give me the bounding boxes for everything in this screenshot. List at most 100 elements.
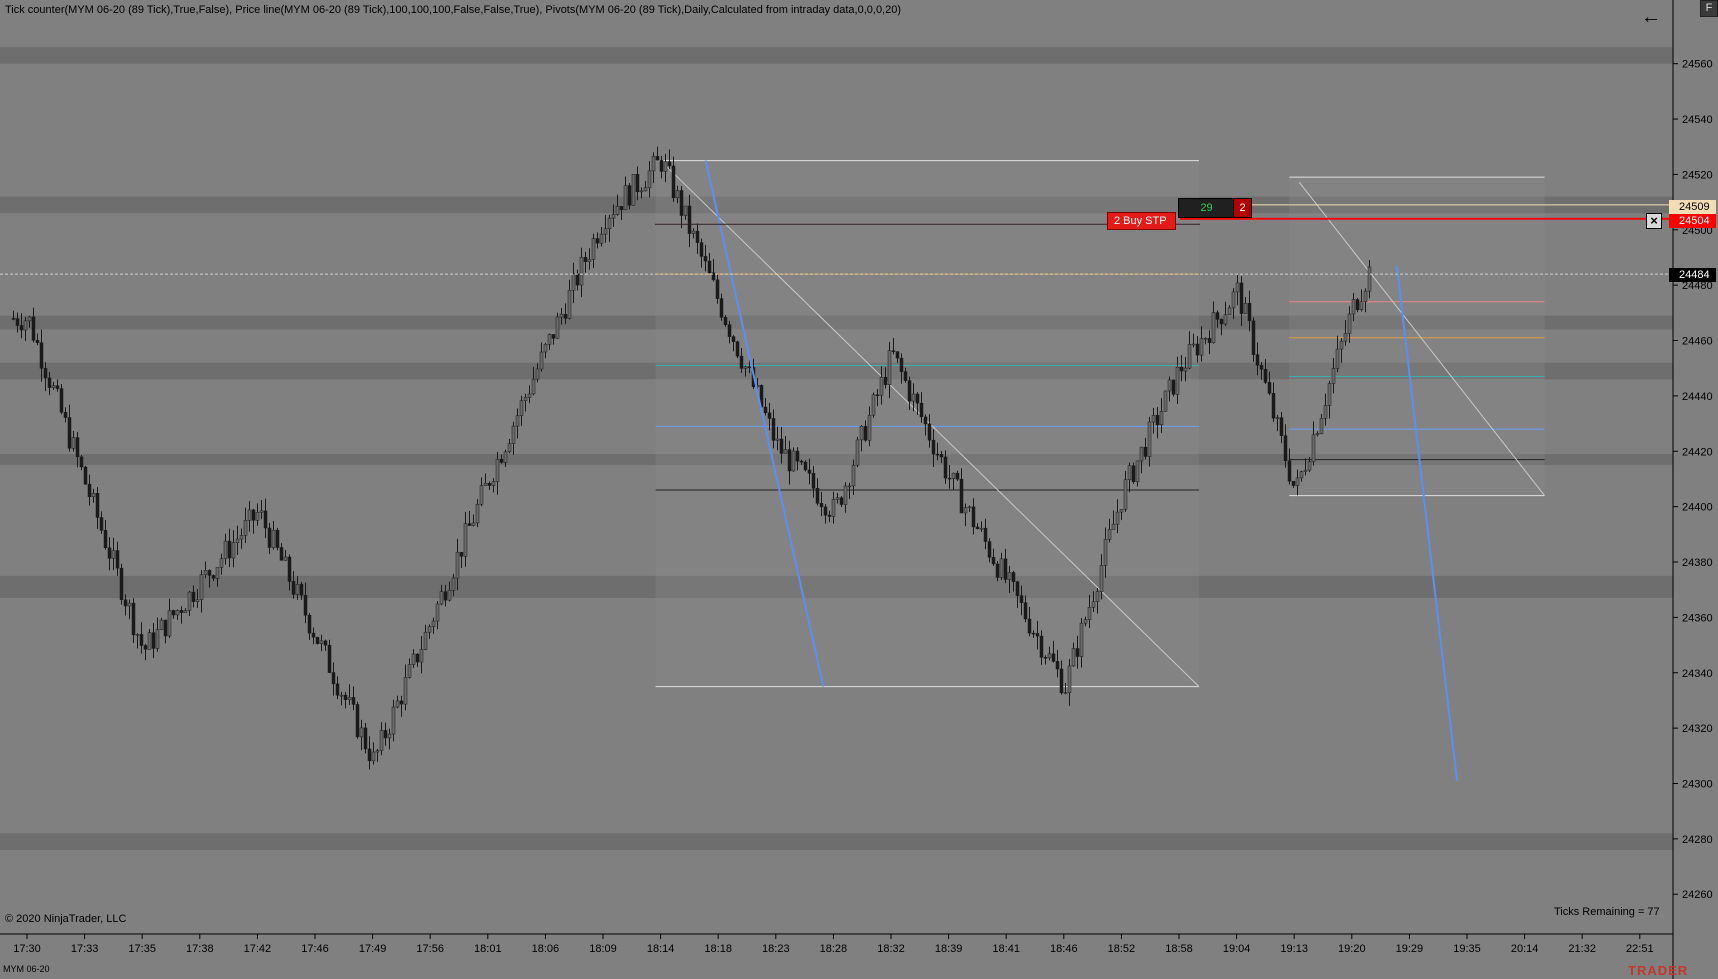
candle-body	[783, 449, 788, 454]
candle-body	[675, 190, 680, 199]
candle-body	[1047, 653, 1052, 659]
x-tick-label: 17:46	[301, 943, 329, 955]
candle-body	[483, 482, 488, 486]
candle-body	[923, 416, 928, 425]
candle-body	[875, 394, 880, 397]
candle-body	[215, 567, 220, 579]
candle-body	[279, 547, 284, 561]
candle-body	[1267, 382, 1272, 394]
candle-body	[975, 526, 980, 529]
candle-body	[343, 694, 348, 700]
x-tick-label: 20:14	[1511, 943, 1539, 955]
candle-body	[243, 520, 248, 536]
candle-body	[1359, 301, 1364, 311]
candle-body	[183, 610, 188, 613]
buy-stop-order-tag[interactable]: 2 Buy STP	[1107, 212, 1176, 230]
candle-body	[719, 298, 724, 318]
close-x-icon[interactable]: ×	[1646, 213, 1662, 229]
arrow-left-icon[interactable]: ←	[1640, 6, 1662, 28]
x-tick-label: 17:49	[359, 943, 387, 955]
x-tick-label: 17:38	[186, 943, 214, 955]
candle-body	[1131, 465, 1136, 482]
candle-body	[1059, 668, 1064, 694]
candle-body	[247, 509, 252, 521]
f-button[interactable]: F	[1700, 0, 1718, 17]
candle-body	[807, 469, 812, 474]
candle-body	[855, 439, 860, 466]
candle-body	[743, 366, 748, 369]
candle-body	[1051, 653, 1056, 662]
x-tick-label: 18:58	[1165, 943, 1193, 955]
candle-body	[187, 591, 192, 611]
candle-body	[831, 499, 836, 517]
candle-body	[563, 313, 568, 319]
candle-body	[323, 640, 328, 646]
candle-body	[891, 350, 896, 352]
candle-body	[1071, 648, 1076, 667]
candle-body	[307, 615, 312, 634]
fib-box-1[interactable]	[1289, 177, 1545, 496]
candle-body	[567, 290, 572, 319]
candle-body	[1107, 529, 1112, 540]
candle-body	[283, 556, 288, 561]
candle-body	[475, 504, 480, 524]
candle-body	[87, 483, 92, 497]
candle-body	[367, 748, 372, 762]
candle-body	[679, 190, 684, 216]
candle-body	[1331, 368, 1336, 384]
candle-body	[1219, 319, 1224, 325]
x-tick-label: 18:28	[820, 943, 848, 955]
candle-body	[127, 602, 132, 607]
candle-body	[295, 584, 300, 595]
x-tick-label: 18:14	[647, 943, 675, 955]
candle-body	[999, 558, 1004, 578]
y-tick-label: 24400	[1682, 502, 1713, 514]
candle-body	[399, 700, 404, 705]
x-tick-label: 18:01	[474, 943, 502, 955]
candle-body	[375, 750, 380, 753]
candle-body	[1091, 601, 1096, 608]
candle-body	[839, 497, 844, 505]
candle-body	[147, 632, 152, 650]
x-tick-label: 18:09	[589, 943, 617, 955]
candle-body	[1119, 509, 1124, 513]
candle-body	[27, 316, 32, 322]
candle-body	[287, 556, 292, 582]
fib-box-0[interactable]	[655, 160, 1199, 687]
candle-body	[579, 256, 584, 286]
candle-body	[219, 558, 224, 568]
order-quantity-button[interactable]: 2	[1233, 198, 1252, 218]
candle-body	[995, 563, 1000, 578]
candle-body	[1259, 365, 1264, 370]
candle-body	[103, 530, 108, 548]
order-quantity-label: 29	[1178, 198, 1235, 218]
candle-body	[1207, 338, 1212, 343]
fibonacci-boxes	[655, 160, 1545, 688]
candle-body	[1123, 479, 1128, 510]
candle-body	[1319, 418, 1324, 434]
candle-body	[1303, 469, 1308, 472]
price-chart[interactable]: 2456024540245202450024480244602444024420…	[0, 0, 1718, 979]
x-tick-label: 17:56	[416, 943, 444, 955]
candle-body	[263, 510, 268, 529]
candle-body	[51, 385, 56, 388]
x-tick-label: 19:20	[1338, 943, 1366, 955]
candle-body	[419, 649, 424, 663]
candle-body	[135, 634, 140, 636]
candle-body	[1111, 523, 1116, 530]
candle-body	[83, 466, 88, 485]
candle-body	[547, 334, 552, 345]
candle-body	[1367, 266, 1372, 292]
candle-body	[659, 160, 664, 172]
candle-body	[139, 634, 144, 646]
candle-body	[1135, 460, 1140, 482]
candle-body	[1307, 461, 1312, 471]
candle-body	[59, 388, 64, 413]
candle-body	[227, 540, 232, 559]
candle-body	[79, 456, 84, 468]
candle-body	[927, 423, 932, 441]
candle-body	[1311, 434, 1316, 462]
candle-body	[303, 594, 308, 616]
candle-body	[131, 602, 136, 636]
candle-body	[1315, 433, 1320, 436]
